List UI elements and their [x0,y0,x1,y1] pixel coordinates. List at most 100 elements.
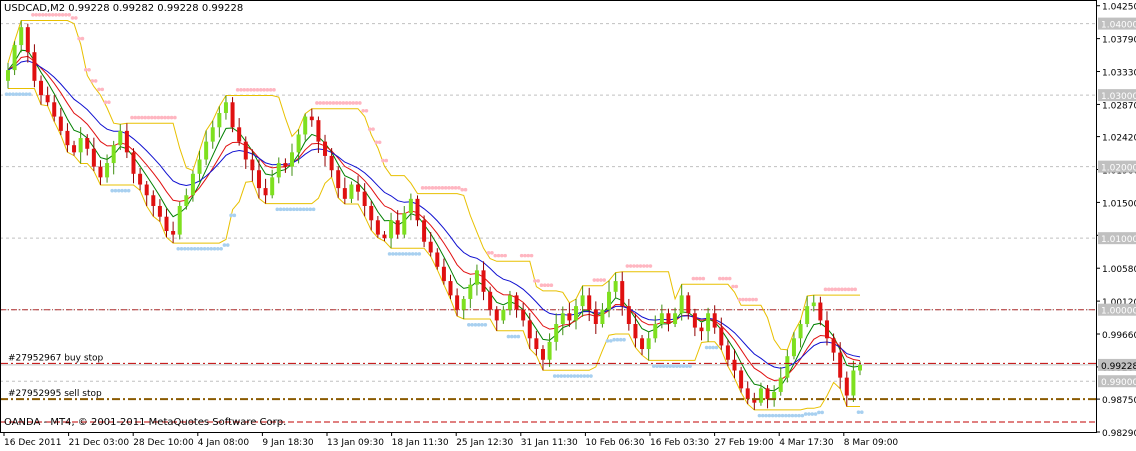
candle-body [210,127,215,142]
price-tick-label: 0.98290 [1102,429,1136,439]
candle-body [316,120,321,142]
time-tick-label: 8 Mar 09:00 [844,438,899,448]
stop-dot-lower [684,364,689,368]
candle-body [105,163,110,178]
candle-body [243,141,248,160]
candle-body [263,188,268,196]
stop-dot-upper [344,101,349,105]
candle-body [39,80,44,96]
candle-body [844,377,849,396]
candle-body [719,327,724,346]
stop-dot-upper [457,186,461,190]
stop-dot-upper [450,186,455,190]
stop-dot-lower [787,413,791,418]
stop-dot-upper [744,297,749,302]
candle-body [382,234,387,239]
stop-dot-upper [133,115,138,120]
candle-body [415,198,420,221]
stop-dot-lower [757,413,762,418]
stop-dot-lower [774,413,778,418]
stop-dot-upper [341,101,346,105]
price-chart[interactable]: #27952967 buy stop #27952995 sell stop 1.… [0,0,1136,451]
candle-body [184,195,189,206]
stop-dot-upper [252,88,256,92]
stop-dot-upper [599,278,603,282]
candle-body [765,388,770,400]
stop-dot-lower [516,334,521,339]
candle-body [111,145,116,164]
stop-dot-lower [113,188,118,193]
stop-dot-lower [609,339,613,343]
stop-dot-upper [159,115,164,120]
candle-body [362,191,367,206]
candle-body [699,327,704,332]
stop-dot-lower [678,364,682,368]
candle-body [494,309,499,321]
stop-dot-upper [371,127,375,131]
stop-dot-lower [183,246,187,251]
stop-dot-lower [569,374,573,378]
stop-dot-lower [206,246,210,251]
stop-dot-lower [576,374,580,378]
current-price-label: 0.99228 [1101,362,1136,372]
candle-body [474,270,479,285]
stop-dot-upper [734,284,739,289]
stop-dot-lower [506,334,511,339]
stop-dot-lower [810,412,815,416]
stop-dot-upper [853,287,857,292]
stop-dot-upper [140,115,144,120]
candle-body [441,266,446,282]
stop-dot-lower [301,207,306,212]
stop-dot-upper [490,251,494,255]
stop-dot-upper [503,253,507,258]
stop-dot-lower [770,413,775,418]
stop-dot-upper [747,297,752,302]
stop-dot-lower [572,374,577,378]
candle-body [461,298,466,310]
candle-body [45,95,50,103]
stop-dot-lower [391,252,395,256]
stop-dot-lower [407,252,412,256]
candle-body [402,213,407,235]
time-tick-label: 18 Jan 11:30 [392,438,449,448]
stop-dot-upper [830,287,834,292]
candle-body [356,184,361,192]
stop-dot-upper [143,115,147,120]
candle-body [296,134,301,153]
stop-dot-upper [325,101,329,105]
stop-dot-lower [618,337,623,342]
stop-dot-lower [387,252,392,256]
candle-body [574,306,578,321]
stop-dot-lower [394,252,398,256]
stop-dot-upper [721,276,725,281]
stop-dot-lower [275,207,280,212]
candle-body [250,159,255,171]
stop-dot-lower [784,413,788,418]
candle-body [600,309,605,324]
stop-dot-lower [605,339,610,343]
candle-body [303,116,308,135]
stop-dot-upper [549,283,554,288]
candle-body [138,173,143,185]
stop-dot-upper [70,16,75,20]
stop-dot-lower [509,334,514,339]
candle-body [560,313,565,324]
stop-dot-lower [767,413,772,418]
candle-body [587,295,592,310]
stop-dot-upper [447,186,451,190]
stop-dot-lower [397,252,402,256]
stop-dot-upper [731,284,735,289]
stop-dot-upper [642,264,646,268]
stop-dot-upper [150,115,154,120]
stop-dot-upper [239,88,243,92]
candle-body [534,338,539,350]
candle-body [811,302,816,307]
stop-dot-upper [694,276,699,281]
symbol-header: USDCAD,M2 0.99228 0.99282 0.99228 0.9922… [4,3,244,14]
stop-dot-upper [367,127,372,131]
stop-dot-upper [315,101,319,105]
stop-dot-lower [288,207,293,212]
stop-dot-upper [840,287,844,292]
stop-dot-lower [651,364,656,368]
stop-dot-lower [790,413,795,418]
